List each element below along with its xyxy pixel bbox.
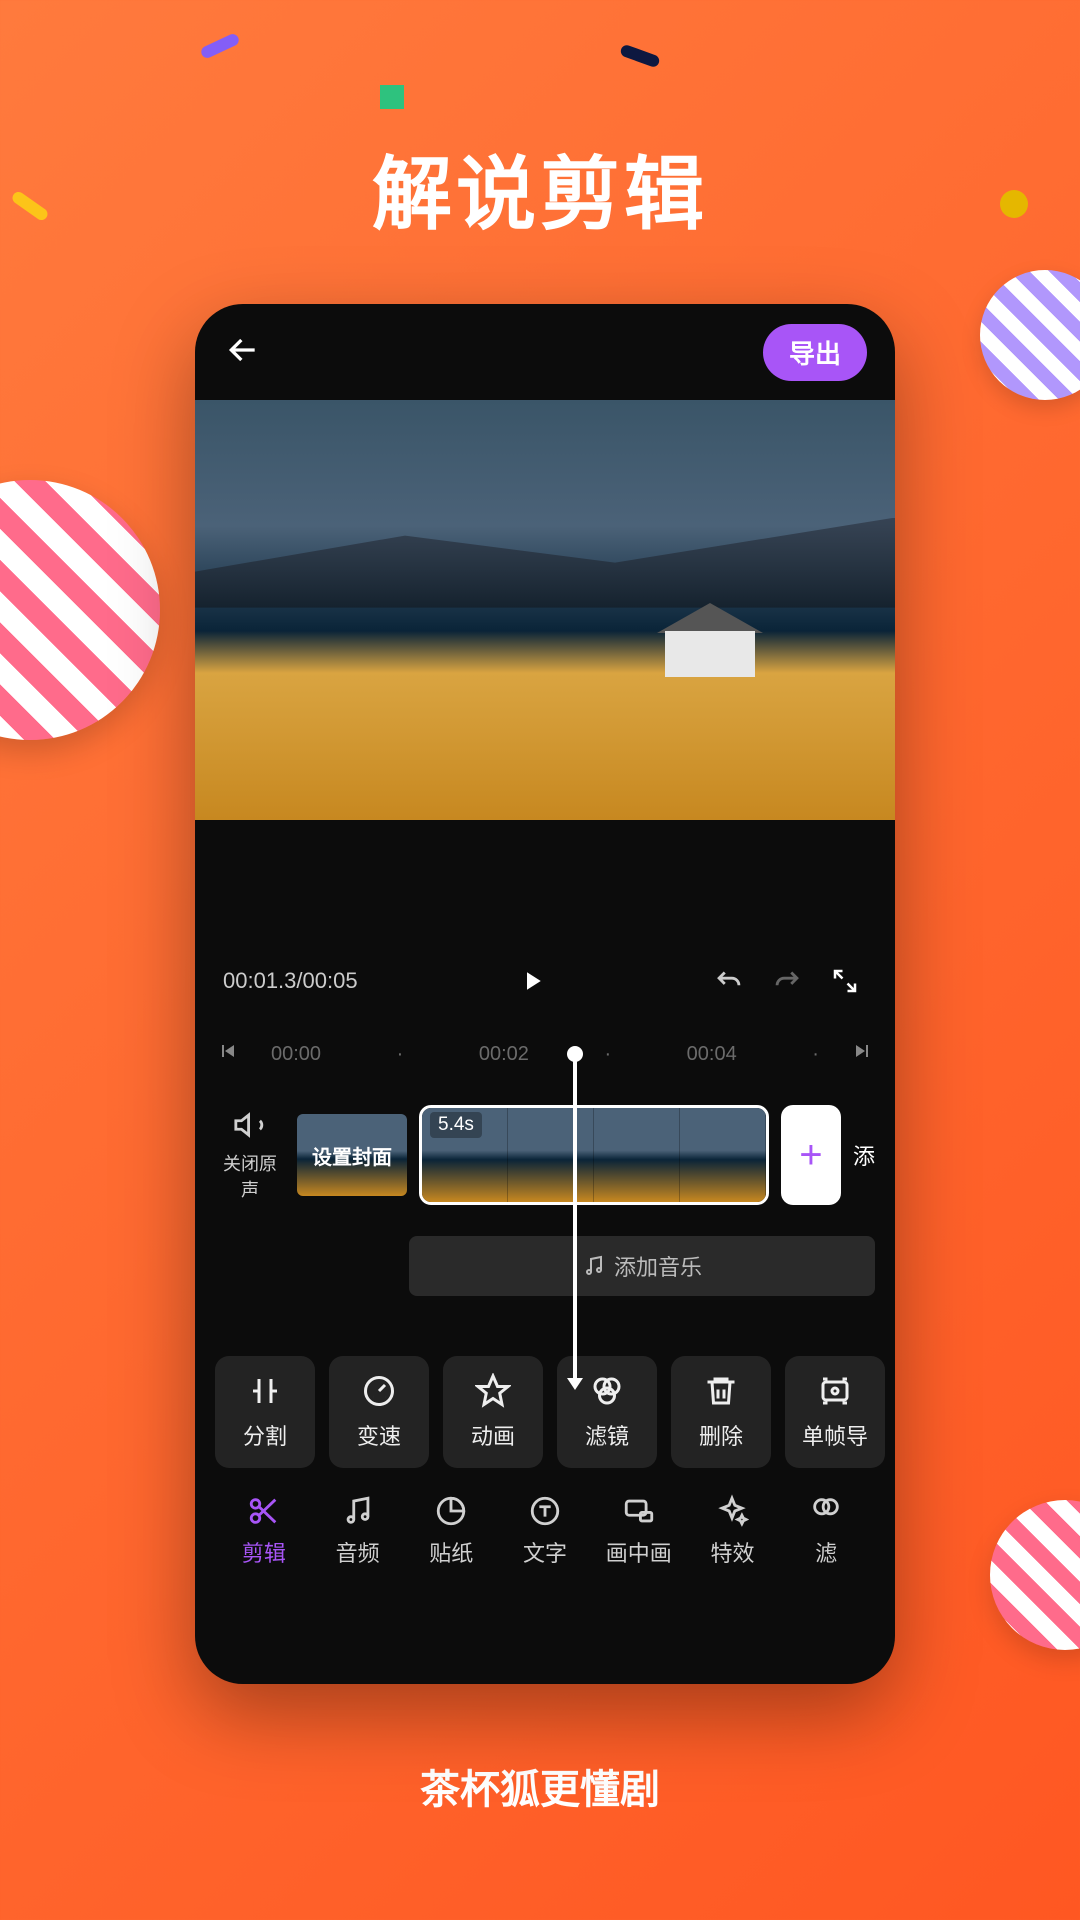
tab-pip[interactable]: 画中画 (592, 1494, 686, 1568)
tool-label: 变速 (357, 1419, 401, 1451)
preview-scenery (195, 518, 895, 608)
ruler-tick: 00:04 (687, 1043, 737, 1066)
playbar-time: 00:01.3/00:05 (223, 968, 358, 994)
clip-duration: 5.4s (430, 1112, 482, 1138)
add-clip-button[interactable]: + (781, 1105, 841, 1205)
add-music-button[interactable]: 添加音乐 (409, 1236, 875, 1296)
cover-label: 设置封面 (312, 1141, 392, 1170)
page-subtitle: 茶杯狐更懂剧 (0, 1757, 1080, 1815)
filter-circles-icon (589, 1373, 625, 1409)
trash-icon (703, 1373, 739, 1409)
ruler-tick-dot: · (397, 1043, 404, 1066)
page-title: 解说剪辑 (0, 130, 1080, 246)
scissors-icon (247, 1494, 281, 1528)
total-time: 00:05 (303, 968, 358, 993)
tool-label: 滤镜 (585, 1419, 629, 1451)
tool-label: 单帧导 (802, 1419, 868, 1451)
music-icon (341, 1494, 375, 1528)
decorative-ball (980, 270, 1080, 400)
redo-icon (770, 964, 804, 998)
tab-edit[interactable]: 剪辑 (217, 1494, 311, 1568)
current-time: 00:01.3 (223, 968, 296, 993)
export-button[interactable]: 导出 (763, 324, 867, 381)
video-preview[interactable] (195, 400, 895, 820)
tab-label: 贴纸 (429, 1536, 473, 1568)
fullscreen-icon (830, 966, 860, 996)
fullscreen-button[interactable] (823, 959, 867, 1003)
tool-row: 分割 变速 动画 滤镜 删除 单帧导 (195, 1356, 895, 1468)
split-icon (247, 1373, 283, 1409)
tab-label: 音频 (336, 1536, 380, 1568)
tab-label: 文字 (523, 1536, 567, 1568)
playhead[interactable] (573, 1054, 577, 1384)
confetti (199, 32, 240, 60)
tool-label: 分割 (243, 1419, 287, 1451)
skip-end-icon (851, 1039, 875, 1063)
sticker-icon (434, 1494, 468, 1528)
set-cover-button[interactable]: 设置封面 (297, 1114, 407, 1196)
undo-button[interactable] (707, 959, 751, 1003)
tool-split[interactable]: 分割 (215, 1356, 315, 1468)
confetti (380, 85, 404, 109)
timeline[interactable]: 关闭原声 设置封面 5.4s + 添 (195, 1086, 895, 1224)
filter-circles-icon (809, 1494, 843, 1528)
tool-delete[interactable]: 删除 (671, 1356, 771, 1468)
mute-original-button[interactable]: 关闭原声 (215, 1108, 285, 1202)
tool-label: 动画 (471, 1419, 515, 1451)
ruler-start-button[interactable] (215, 1039, 239, 1069)
gauge-icon (361, 1373, 397, 1409)
frame-export-icon (817, 1373, 853, 1409)
tab-label: 滤 (815, 1536, 837, 1568)
bottom-tabs: 剪辑 音频 贴纸 文字 画中画 特效 滤 (195, 1494, 895, 1568)
tab-label: 画中画 (606, 1536, 672, 1568)
star-icon (475, 1373, 511, 1409)
decorative-ball (0, 480, 160, 740)
play-button[interactable] (510, 959, 554, 1003)
text-icon (528, 1494, 562, 1528)
tab-audio[interactable]: 音频 (311, 1494, 405, 1568)
redo-button[interactable] (765, 959, 809, 1003)
play-bar: 00:01.3/00:05 (195, 940, 895, 1022)
music-note-icon (582, 1254, 606, 1278)
confetti (619, 44, 661, 69)
play-icon (517, 966, 547, 996)
tab-label: 特效 (710, 1536, 754, 1568)
undo-icon (712, 964, 746, 998)
ruler-tick: 00:00 (271, 1043, 321, 1066)
plus-icon: + (799, 1133, 822, 1178)
tool-label: 删除 (699, 1419, 743, 1451)
ruler-tick-dot: · (812, 1043, 819, 1066)
speaker-icon (233, 1108, 267, 1142)
preview-scenery (665, 631, 755, 677)
add-clip-label: 添 (853, 1139, 875, 1171)
tab-label: 剪辑 (242, 1536, 286, 1568)
decorative-ball (990, 1500, 1080, 1650)
ruler-tick: 00:02 (479, 1043, 529, 1066)
tab-sticker[interactable]: 贴纸 (404, 1494, 498, 1568)
ruler-end-button[interactable] (851, 1039, 875, 1069)
mute-label: 关闭原声 (223, 1154, 277, 1200)
app-header: 导出 (195, 304, 895, 400)
ruler-tick-dot: · (604, 1043, 611, 1066)
tool-animation[interactable]: 动画 (443, 1356, 543, 1468)
video-clip[interactable]: 5.4s (419, 1105, 769, 1205)
time-ruler[interactable]: 00:00 · 00:02 · 00:04 · (195, 1022, 895, 1086)
tab-text[interactable]: 文字 (498, 1494, 592, 1568)
tool-speed[interactable]: 变速 (329, 1356, 429, 1468)
tool-filter[interactable]: 滤镜 (557, 1356, 657, 1468)
tool-frame-export[interactable]: 单帧导 (785, 1356, 885, 1468)
phone-frame: 导出 00:01.3/00:05 00:00 (195, 304, 895, 1684)
ruler-ticks: 00:00 · 00:02 · 00:04 · (251, 1043, 839, 1066)
sparkle-icon (715, 1494, 749, 1528)
add-music-label: 添加音乐 (614, 1250, 702, 1282)
skip-start-icon (215, 1039, 239, 1063)
tab-filter[interactable]: 滤 (779, 1494, 873, 1568)
pip-icon (622, 1494, 656, 1528)
tab-effects[interactable]: 特效 (686, 1494, 780, 1568)
back-button[interactable] (223, 330, 263, 375)
arrow-left-icon (223, 330, 263, 370)
